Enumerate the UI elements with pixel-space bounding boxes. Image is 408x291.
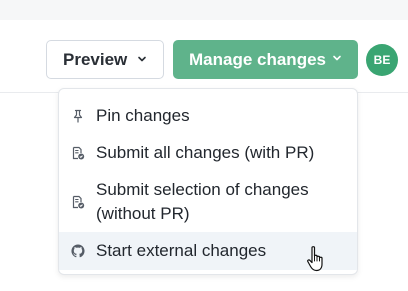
menu-item-label: Submit all changes (with PR) <box>96 143 315 162</box>
hand-cursor-icon <box>307 246 323 272</box>
document-badge-icon <box>72 195 85 209</box>
document-badge-icon <box>72 146 85 160</box>
pin-icon <box>73 109 83 123</box>
menu-item-submit-all[interactable]: Submit all changes (with PR) <box>59 140 357 166</box>
manage-changes-label: Manage changes <box>189 49 326 69</box>
menu-item-label-line2: (without PR) <box>96 204 190 223</box>
preview-button[interactable]: Preview <box>46 40 164 79</box>
top-strip <box>0 0 408 20</box>
chevron-down-icon <box>333 55 341 61</box>
menu-item-pin-changes[interactable]: Pin changes <box>59 103 357 129</box>
menu-item-label: Start external changes <box>96 241 267 260</box>
menu-item-label-line1: Submit selection of changes <box>96 180 309 199</box>
github-icon <box>71 244 85 258</box>
preview-button-label: Preview <box>63 49 128 69</box>
menu-item-label: Pin changes <box>96 106 190 125</box>
manage-changes-button[interactable]: Manage changes <box>173 40 358 79</box>
avatar-initials: BE <box>373 53 391 67</box>
chevron-down-icon <box>138 56 146 62</box>
menu-item-submit-selection[interactable]: Submit selection of changes (without PR) <box>59 177 357 227</box>
avatar[interactable]: BE <box>366 44 398 76</box>
